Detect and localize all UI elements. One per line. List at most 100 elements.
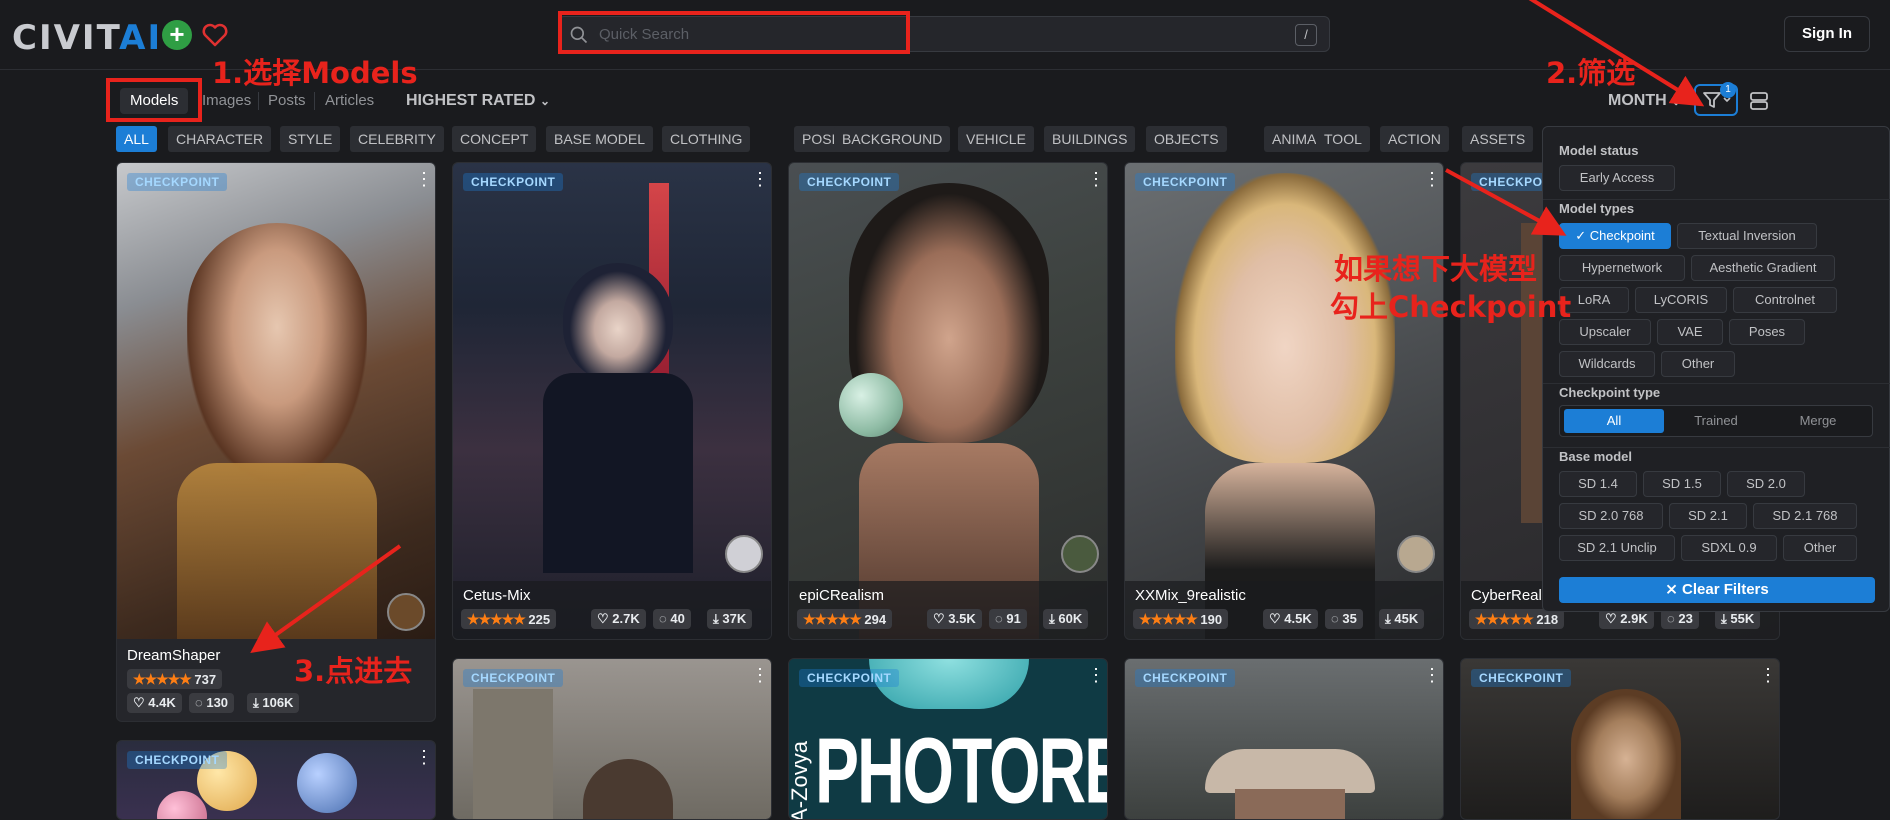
filter-controlnet[interactable]: Controlnet xyxy=(1733,287,1837,313)
civitai-logo[interactable]: CIVITAI xyxy=(12,18,162,58)
filter-upscaler[interactable]: Upscaler xyxy=(1559,319,1651,345)
model-title[interactable]: CyberReali xyxy=(1471,587,1545,604)
star-rating-icon: ★★★★★ xyxy=(467,611,526,627)
filter-textual-inversion[interactable]: Textual Inversion xyxy=(1677,223,1817,249)
filter-sdxl-09[interactable]: SDXL 0.9 xyxy=(1681,535,1777,561)
filter-vae[interactable]: VAE xyxy=(1657,319,1723,345)
filter-sd-21-768[interactable]: SD 2.1 768 xyxy=(1753,503,1857,529)
more-options-icon[interactable]: ⋮ xyxy=(1087,666,1105,684)
downloads-stat: ⤓ 55K xyxy=(1715,609,1761,629)
annotation-step1: 1.选择Models xyxy=(212,56,418,90)
panel-divider xyxy=(1543,447,1890,448)
category-chip-all[interactable]: ALL xyxy=(116,126,157,152)
model-card-dreamshaper[interactable]: CHECKPOINT ⋮ DreamShaper ★★★★★ 737 ♡ 4.4… xyxy=(116,162,436,722)
segment-merge[interactable]: Merge xyxy=(1768,409,1868,433)
annotation-hint-line2: 勾上Checkpoint xyxy=(1330,290,1572,324)
more-options-icon[interactable]: ⋮ xyxy=(1423,170,1441,188)
category-chip[interactable]: CHARACTER xyxy=(168,126,272,152)
comments-stat: ◌ 130 xyxy=(189,693,235,713)
filter-hypernetwork[interactable]: Hypernetwork xyxy=(1559,255,1685,281)
downloads-stat: ⤓ 106K xyxy=(247,693,300,713)
category-chip[interactable]: CELEBRITY xyxy=(350,126,444,152)
sort-dropdown[interactable]: HIGHEST RATED ⌄ xyxy=(406,88,550,114)
category-chip[interactable]: BACKGROUND xyxy=(834,126,951,152)
downloads-stat: ⤓ 37K xyxy=(707,609,753,629)
filter-other-type[interactable]: Other xyxy=(1661,351,1735,377)
model-preview-image xyxy=(789,163,1107,639)
checkpoint-badge: CHECKPOINT xyxy=(127,751,228,769)
rating-stat: ★★★★★ 737 xyxy=(127,669,223,689)
annotation-step2: 2.筛选 xyxy=(1546,56,1636,90)
rating-stat: ★★★★★ 225 xyxy=(461,609,557,629)
rating-stat: ★★★★★ 218 xyxy=(1469,609,1565,629)
more-options-icon[interactable]: ⋮ xyxy=(415,748,433,766)
checkpoint-badge: CHECKPOINT xyxy=(799,173,900,191)
category-chip[interactable]: CONCEPT xyxy=(452,126,537,152)
filter-poses[interactable]: Poses xyxy=(1729,319,1805,345)
category-chip[interactable]: ASSETS xyxy=(1462,126,1534,152)
category-chip[interactable]: TOOL xyxy=(1316,126,1370,152)
checkpoint-badge: CHECKPOINT xyxy=(463,173,564,191)
model-title[interactable]: DreamShaper xyxy=(127,647,220,664)
more-options-icon[interactable]: ⋮ xyxy=(415,170,433,188)
filter-sd-21[interactable]: SD 2.1 xyxy=(1669,503,1747,529)
more-options-icon[interactable]: ⋮ xyxy=(1423,666,1441,684)
model-card[interactable]: CHECKPOINT ⋮ xyxy=(116,740,436,820)
category-chip[interactable]: ACTION xyxy=(1380,126,1449,152)
filter-checkpoint[interactable]: ✓ Checkpoint xyxy=(1559,223,1671,249)
category-chip[interactable]: VEHICLE xyxy=(958,126,1034,152)
model-title[interactable]: epiCRealism xyxy=(799,587,884,604)
filter-sd-21-unclip[interactable]: SD 2.1 Unclip xyxy=(1559,535,1675,561)
more-options-icon[interactable]: ⋮ xyxy=(751,666,769,684)
model-title[interactable]: XXMix_9realistic xyxy=(1135,587,1246,604)
downloads-stat: ⤓ 60K xyxy=(1043,609,1089,629)
more-options-icon[interactable]: ⋮ xyxy=(1087,170,1105,188)
more-options-icon[interactable]: ⋮ xyxy=(751,170,769,188)
category-chip[interactable]: BUILDINGS xyxy=(1044,126,1136,152)
layout-toggle-icon[interactable] xyxy=(1748,90,1770,112)
check-icon: ✓ xyxy=(1575,228,1590,243)
more-options-icon[interactable]: ⋮ xyxy=(1759,666,1777,684)
category-chip[interactable]: STYLE xyxy=(280,126,341,152)
filter-sd-20-768[interactable]: SD 2.0 768 xyxy=(1559,503,1663,529)
filter-sd-15[interactable]: SD 1.5 xyxy=(1643,471,1721,497)
category-chip[interactable]: BASE MODEL xyxy=(546,126,654,152)
model-status-heading: Model status xyxy=(1559,143,1639,158)
category-chip[interactable]: CLOTHING xyxy=(662,126,751,152)
category-chip[interactable]: OBJECTS xyxy=(1146,126,1227,152)
search-shortcut-key: / xyxy=(1295,24,1317,46)
filter-sd-14[interactable]: SD 1.4 xyxy=(1559,471,1637,497)
likes-stat: ♡ 4.5K xyxy=(1263,609,1318,629)
filter-wildcards[interactable]: Wildcards xyxy=(1559,351,1655,377)
creator-avatar[interactable] xyxy=(725,535,763,573)
filter-aesthetic-gradient[interactable]: Aesthetic Gradient xyxy=(1691,255,1835,281)
creator-avatar[interactable] xyxy=(1061,535,1099,573)
model-card-photoreal[interactable]: PHOTOREAL A-Zovya CHECKPOINT ⋮ xyxy=(788,658,1108,820)
creator-avatar[interactable] xyxy=(1397,535,1435,573)
model-card-cetus-mix[interactable]: CHECKPOINT ⋮ Cetus-Mix ★★★★★ 225 ♡ 2.7K … xyxy=(452,162,772,640)
nav-divider xyxy=(314,92,315,110)
star-rating-icon: ★★★★★ xyxy=(1139,611,1198,627)
comments-stat: ◌ 40 xyxy=(653,609,691,629)
heart-icon[interactable] xyxy=(200,20,230,50)
checkpoint-badge: CHECKPOINT xyxy=(463,669,564,687)
segment-trained[interactable]: Trained xyxy=(1666,409,1766,433)
clear-filters-button[interactable]: ⨯ Clear Filters xyxy=(1559,577,1875,603)
poster-title: PHOTOREAL xyxy=(815,718,1107,820)
model-card-xxmix[interactable]: CHECKPOINT ⋮ XXMix_9realistic ★★★★★ 190 … xyxy=(1124,162,1444,640)
model-card[interactable]: CHECKPOINT ⋮ xyxy=(1124,658,1444,820)
model-card-epicrealism[interactable]: CHECKPOINT ⋮ epiCRealism ★★★★★ 294 ♡ 3.5… xyxy=(788,162,1108,640)
model-card[interactable]: CHECKPOINT ⋮ xyxy=(452,658,772,820)
model-preview-image xyxy=(117,163,435,639)
model-title[interactable]: Cetus-Mix xyxy=(463,587,531,604)
filter-early-access[interactable]: Early Access xyxy=(1559,165,1675,191)
filter-other-base[interactable]: Other xyxy=(1783,535,1857,561)
sign-in-button[interactable]: Sign In xyxy=(1784,16,1870,52)
segment-all[interactable]: All xyxy=(1564,409,1664,433)
rating-stat: ★★★★★ 294 xyxy=(797,609,893,629)
creator-avatar[interactable] xyxy=(387,593,425,631)
create-button[interactable]: + xyxy=(162,20,192,50)
model-card[interactable]: CHECKPOINT ⋮ xyxy=(1460,658,1780,820)
filter-lycoris[interactable]: LyCORIS xyxy=(1635,287,1727,313)
filter-sd-20[interactable]: SD 2.0 xyxy=(1727,471,1805,497)
